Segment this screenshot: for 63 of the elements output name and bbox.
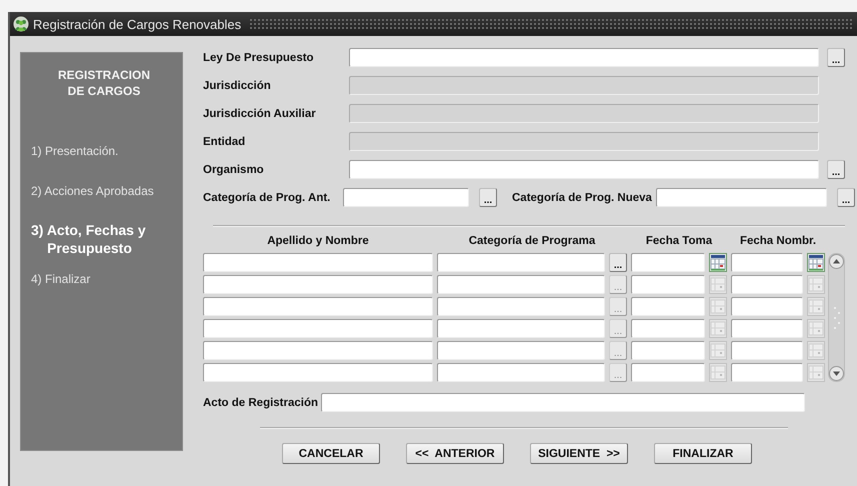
column-header: Fecha Toma <box>644 235 714 247</box>
category-field[interactable] <box>437 297 605 316</box>
scroll-down-icon[interactable] <box>829 366 844 381</box>
name-field[interactable] <box>203 275 433 294</box>
grip-icon <box>832 304 840 330</box>
text-field[interactable] <box>656 188 827 207</box>
field-label: Jurisdicción <box>203 80 272 92</box>
wizard-step[interactable]: 3) Acto, Fechas y Presupuesto <box>31 221 156 257</box>
date-field[interactable] <box>631 363 705 382</box>
text-field[interactable] <box>321 393 806 412</box>
name-field[interactable] <box>203 363 433 382</box>
wizard-step[interactable]: 1) Presentación. <box>31 143 182 159</box>
calendar-icon[interactable] <box>807 253 825 272</box>
name-field[interactable] <box>203 341 433 360</box>
date-field[interactable] <box>731 253 803 272</box>
category-field[interactable] <box>437 363 605 382</box>
date-field[interactable] <box>731 319 803 338</box>
field-label: Jurisdicción Auxiliar <box>203 108 317 120</box>
date-field[interactable] <box>631 275 705 294</box>
wizard-step[interactable]: 2) Acciones Aprobadas <box>31 183 182 199</box>
text-field[interactable] <box>343 188 469 207</box>
field-label: Ley De Presupuesto <box>203 52 315 64</box>
name-field[interactable] <box>203 297 433 316</box>
field-label: Entidad <box>203 136 246 148</box>
wizard-button[interactable]: << ANTERIOR <box>406 443 504 464</box>
people-icon <box>13 16 29 32</box>
column-header: Categoría de Programa <box>468 235 596 247</box>
date-field[interactable] <box>631 253 705 272</box>
lookup-button[interactable]: ... <box>479 188 497 207</box>
date-field[interactable] <box>631 297 705 316</box>
field-label: Acto de Registración <box>203 396 318 408</box>
date-field[interactable] <box>731 297 803 316</box>
lookup-button[interactable]: ... <box>827 160 845 179</box>
category-field[interactable] <box>437 253 605 272</box>
wizard-step[interactable]: 4) Finalizar <box>31 271 182 287</box>
name-field[interactable] <box>203 253 433 272</box>
wizard-button[interactable]: SIGUIENTE >> <box>530 443 628 464</box>
date-field[interactable] <box>631 319 705 338</box>
category-field[interactable] <box>437 341 605 360</box>
window-title: Registración de Cargos Renovables <box>33 16 242 32</box>
category-field[interactable] <box>437 319 605 338</box>
text-field[interactable] <box>349 48 819 67</box>
field-label: Categoría de Prog. Nueva <box>512 192 652 204</box>
wizard-button[interactable]: CANCELAR <box>282 443 380 464</box>
sidebar-title: REGISTRACION DE CARGOS <box>56 67 151 99</box>
column-header: Fecha Nombr. <box>738 235 818 247</box>
name-field[interactable] <box>203 319 433 338</box>
date-field[interactable] <box>631 341 705 360</box>
calendar-icon[interactable] <box>709 253 727 272</box>
column-header: Apellido y Nombre <box>266 235 370 247</box>
category-field[interactable] <box>437 275 605 294</box>
field-label: Organismo <box>203 164 265 176</box>
text-field[interactable] <box>349 160 819 179</box>
date-field[interactable] <box>731 275 803 294</box>
lookup-button[interactable]: ... <box>837 188 855 207</box>
lookup-button[interactable]: ... <box>609 253 627 272</box>
date-field[interactable] <box>731 363 803 382</box>
date-field[interactable] <box>731 341 803 360</box>
scroll-up-icon[interactable] <box>829 254 844 269</box>
field-label: Categoría de Prog. Ant. <box>203 192 332 204</box>
wizard-button[interactable]: FINALIZAR <box>654 443 752 464</box>
scrollbar[interactable] <box>828 253 845 382</box>
lookup-button[interactable]: ... <box>827 48 845 67</box>
